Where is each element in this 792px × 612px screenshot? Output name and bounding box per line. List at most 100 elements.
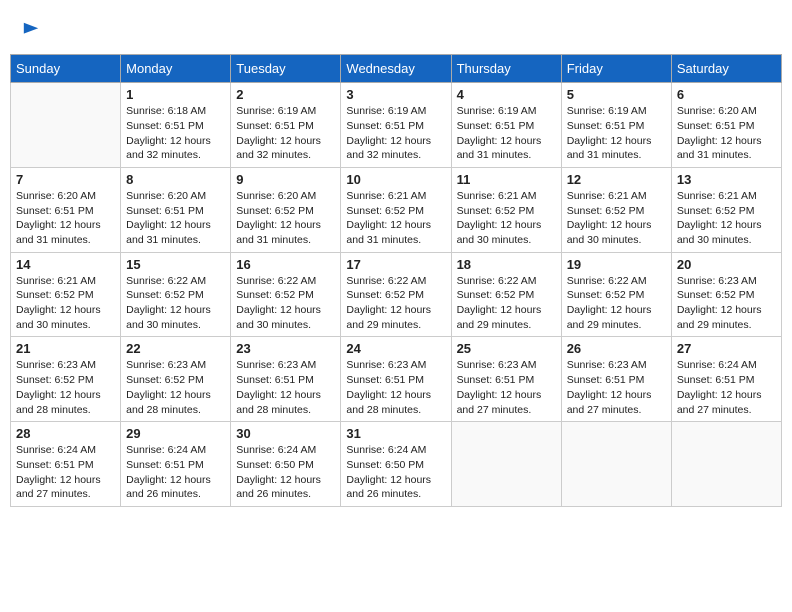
calendar-cell: 13 Sunrise: 6:21 AMSunset: 6:52 PMDayligh… [671,167,781,252]
calendar-cell: 4 Sunrise: 6:19 AMSunset: 6:51 PMDaylight… [451,83,561,168]
calendar-table: SundayMondayTuesdayWednesdayThursdayFrid… [10,54,782,507]
day-number: 4 [457,87,556,102]
calendar-cell: 17 Sunrise: 6:22 AMSunset: 6:52 PMDayligh… [341,252,451,337]
day-info: Sunrise: 6:19 AMSunset: 6:51 PMDaylight:… [567,104,666,163]
day-info: Sunrise: 6:23 AMSunset: 6:52 PMDaylight:… [16,358,115,417]
day-info: Sunrise: 6:19 AMSunset: 6:51 PMDaylight:… [236,104,335,163]
day-number: 24 [346,341,445,356]
day-header-wednesday: Wednesday [341,55,451,83]
calendar-cell: 21 Sunrise: 6:23 AMSunset: 6:52 PMDayligh… [11,337,121,422]
day-info: Sunrise: 6:20 AMSunset: 6:51 PMDaylight:… [126,189,225,248]
day-number: 3 [346,87,445,102]
day-number: 8 [126,172,225,187]
day-number: 19 [567,257,666,272]
day-number: 25 [457,341,556,356]
calendar-cell: 20 Sunrise: 6:23 AMSunset: 6:52 PMDayligh… [671,252,781,337]
day-info: Sunrise: 6:21 AMSunset: 6:52 PMDaylight:… [677,189,776,248]
calendar-cell: 11 Sunrise: 6:21 AMSunset: 6:52 PMDayligh… [451,167,561,252]
day-number: 22 [126,341,225,356]
week-row-3: 14Sunrise: 6:21 AMSunset: 6:52 PMDayligh… [11,252,782,337]
calendar-cell: 6Sunrise: 6:20 AMSunset: 6:51 PMDaylight… [671,83,781,168]
day-info: Sunrise: 6:24 AMSunset: 6:50 PMDaylight:… [236,443,335,502]
calendar-cell: 2 Sunrise: 6:19 AMSunset: 6:51 PMDaylight… [231,83,341,168]
calendar-cell: 9Sunrise: 6:20 AMSunset: 6:52 PMDaylight… [231,167,341,252]
day-info: Sunrise: 6:23 AMSunset: 6:52 PMDaylight:… [126,358,225,417]
logo [20,20,40,44]
day-number: 23 [236,341,335,356]
day-info: Sunrise: 6:23 AMSunset: 6:51 PMDaylight:… [457,358,556,417]
calendar-cell: 24 Sunrise: 6:23 AMSunset: 6:51 PMDayligh… [341,337,451,422]
day-info: Sunrise: 6:18 AMSunset: 6:51 PMDaylight:… [126,104,225,163]
calendar-cell [561,422,671,507]
day-info: Sunrise: 6:21 AMSunset: 6:52 PMDaylight:… [346,189,445,248]
day-header-sunday: Sunday [11,55,121,83]
calendar-cell [11,83,121,168]
day-number: 26 [567,341,666,356]
calendar-cell: 29 Sunrise: 6:24 AMSunset: 6:51 PMDayligh… [121,422,231,507]
day-info: Sunrise: 6:24 AMSunset: 6:51 PMDaylight:… [126,443,225,502]
day-info: Sunrise: 6:21 AMSunset: 6:52 PMDaylight:… [567,189,666,248]
day-info: Sunrise: 6:20 AMSunset: 6:51 PMDaylight:… [16,189,115,248]
day-header-friday: Friday [561,55,671,83]
calendar-cell: 12 Sunrise: 6:21 AMSunset: 6:52 PMDayligh… [561,167,671,252]
calendar-cell: 25 Sunrise: 6:23 AMSunset: 6:51 PMDayligh… [451,337,561,422]
day-number: 18 [457,257,556,272]
day-info: Sunrise: 6:22 AMSunset: 6:52 PMDaylight:… [457,274,556,333]
day-info: Sunrise: 6:23 AMSunset: 6:51 PMDaylight:… [567,358,666,417]
calendar-cell: 18 Sunrise: 6:22 AMSunset: 6:52 PMDayligh… [451,252,561,337]
calendar-cell [671,422,781,507]
day-number: 27 [677,341,776,356]
day-number: 11 [457,172,556,187]
day-info: Sunrise: 6:24 AMSunset: 6:50 PMDaylight:… [346,443,445,502]
calendar-cell: 10Sunrise: 6:21 AMSunset: 6:52 PMDayligh… [341,167,451,252]
day-number: 1 [126,87,225,102]
day-info: Sunrise: 6:23 AMSunset: 6:51 PMDaylight:… [346,358,445,417]
week-row-2: 7 Sunrise: 6:20 AMSunset: 6:51 PMDaylight… [11,167,782,252]
logo-flag-icon [22,21,40,39]
day-number: 5 [567,87,666,102]
day-info: Sunrise: 6:20 AMSunset: 6:52 PMDaylight:… [236,189,335,248]
day-info: Sunrise: 6:19 AMSunset: 6:51 PMDaylight:… [457,104,556,163]
day-number: 29 [126,426,225,441]
day-info: Sunrise: 6:19 AMSunset: 6:51 PMDaylight:… [346,104,445,163]
day-info: Sunrise: 6:24 AMSunset: 6:51 PMDaylight:… [677,358,776,417]
calendar-cell: 26 Sunrise: 6:23 AMSunset: 6:51 PMDayligh… [561,337,671,422]
day-number: 2 [236,87,335,102]
calendar-cell: 19 Sunrise: 6:22 AMSunset: 6:52 PMDayligh… [561,252,671,337]
calendar-cell: 30 Sunrise: 6:24 AMSunset: 6:50 PMDayligh… [231,422,341,507]
day-number: 30 [236,426,335,441]
day-number: 17 [346,257,445,272]
week-row-1: 1 Sunrise: 6:18 AMSunset: 6:51 PMDaylight… [11,83,782,168]
calendar-cell: 3 Sunrise: 6:19 AMSunset: 6:51 PMDaylight… [341,83,451,168]
day-info: Sunrise: 6:22 AMSunset: 6:52 PMDaylight:… [346,274,445,333]
day-number: 7 [16,172,115,187]
calendar-cell: 8 Sunrise: 6:20 AMSunset: 6:51 PMDaylight… [121,167,231,252]
day-info: Sunrise: 6:23 AMSunset: 6:51 PMDaylight:… [236,358,335,417]
calendar-cell: 22 Sunrise: 6:23 AMSunset: 6:52 PMDayligh… [121,337,231,422]
day-number: 20 [677,257,776,272]
day-number: 12 [567,172,666,187]
day-info: Sunrise: 6:21 AMSunset: 6:52 PMDaylight:… [457,189,556,248]
calendar-cell: 23 Sunrise: 6:23 AMSunset: 6:51 PMDayligh… [231,337,341,422]
calendar-cell: 27 Sunrise: 6:24 AMSunset: 6:51 PMDayligh… [671,337,781,422]
day-info: Sunrise: 6:24 AMSunset: 6:51 PMDaylight:… [16,443,115,502]
day-info: Sunrise: 6:22 AMSunset: 6:52 PMDaylight:… [567,274,666,333]
day-header-thursday: Thursday [451,55,561,83]
day-info: Sunrise: 6:21 AMSunset: 6:52 PMDaylight:… [16,274,115,333]
calendar-cell: 31 Sunrise: 6:24 AMSunset: 6:50 PMDayligh… [341,422,451,507]
day-info: Sunrise: 6:23 AMSunset: 6:52 PMDaylight:… [677,274,776,333]
day-number: 13 [677,172,776,187]
day-header-tuesday: Tuesday [231,55,341,83]
calendar-cell: 1 Sunrise: 6:18 AMSunset: 6:51 PMDaylight… [121,83,231,168]
calendar-cell: 5 Sunrise: 6:19 AMSunset: 6:51 PMDaylight… [561,83,671,168]
day-number: 16 [236,257,335,272]
day-number: 21 [16,341,115,356]
calendar-cell: 15Sunrise: 6:22 AMSunset: 6:52 PMDayligh… [121,252,231,337]
day-header-monday: Monday [121,55,231,83]
week-row-5: 28Sunrise: 6:24 AMSunset: 6:51 PMDayligh… [11,422,782,507]
week-row-4: 21 Sunrise: 6:23 AMSunset: 6:52 PMDayligh… [11,337,782,422]
day-number: 15 [126,257,225,272]
calendar-cell: 28Sunrise: 6:24 AMSunset: 6:51 PMDayligh… [11,422,121,507]
day-header-saturday: Saturday [671,55,781,83]
day-number: 31 [346,426,445,441]
